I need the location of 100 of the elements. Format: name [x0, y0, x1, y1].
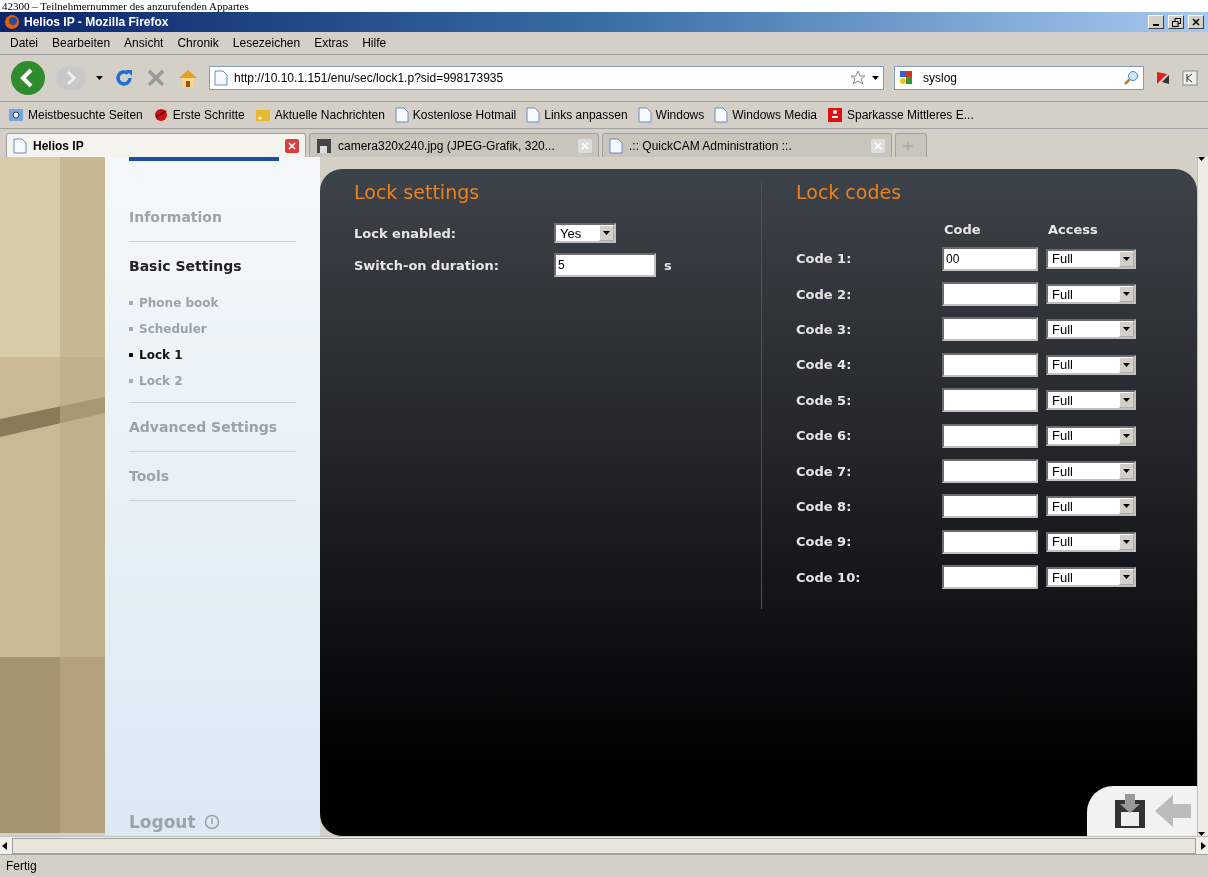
window-title: Helios IP - Mozilla Firefox [24, 15, 170, 29]
caret-icon [603, 231, 610, 235]
bookmark-link[interactable]: Links anpassen [526, 107, 628, 123]
bookmark-link[interactable]: Kostenlose Hotmail [394, 107, 517, 123]
code-field[interactable] [942, 459, 1038, 484]
code-field[interactable] [942, 565, 1038, 590]
input-field[interactable]: 5 [554, 253, 656, 277]
close-tab-icon[interactable] [285, 138, 299, 153]
minimize-button[interactable] [1148, 15, 1164, 29]
bookmark-link[interactable]: Windows Media [714, 107, 817, 123]
save-icon[interactable] [1113, 792, 1147, 830]
menu-item[interactable]: Lesezeichen [232, 36, 301, 50]
select-field[interactable]: Yes [554, 223, 616, 243]
code-field[interactable] [942, 529, 1038, 554]
code-label: Code 6: [796, 428, 853, 444]
column-header: Access [1048, 221, 1099, 237]
section-title: Lock codes [796, 181, 903, 203]
logo-icon [129, 157, 279, 163]
image-icon [316, 137, 332, 154]
scroll-left-icon[interactable] [0, 840, 10, 851]
menu-item[interactable]: Ansicht [124, 36, 164, 50]
unit-label: s [664, 257, 672, 273]
caret-icon [1198, 157, 1205, 161]
column-header: Code [944, 221, 982, 237]
code-label: Code 10: [796, 569, 862, 585]
access-select[interactable]: Full [1046, 354, 1136, 375]
search-icon[interactable] [1123, 70, 1139, 86]
browser-tab[interactable]: Helios IP [6, 133, 306, 157]
code-field[interactable] [942, 282, 1038, 307]
page-icon [714, 107, 729, 123]
caret-icon [96, 76, 103, 80]
search-folder-icon [8, 107, 24, 123]
page-icon [394, 107, 409, 123]
code-field[interactable] [942, 352, 1038, 377]
code-label: Code 1: [796, 251, 853, 267]
search-field[interactable]: syslog [894, 66, 1144, 90]
bookmark-link[interactable]: Meistbesuchte Seiten [8, 107, 143, 123]
access-select[interactable]: Full [1046, 319, 1136, 340]
browser-tab[interactable]: .:: QuickCAM Administration ::. [602, 133, 892, 157]
sidebar-subitem[interactable]: Lock 1 [129, 342, 296, 368]
access-select[interactable]: Full [1046, 248, 1136, 269]
code-field[interactable] [942, 494, 1038, 519]
close-button[interactable] [1188, 15, 1204, 29]
close-icon [1192, 18, 1200, 26]
page-icon [214, 70, 228, 86]
bookmark-link[interactable]: Windows [637, 107, 705, 123]
caret-icon [1123, 327, 1130, 332]
caret-icon [872, 76, 879, 80]
access-select[interactable]: Full [1046, 531, 1136, 552]
browser-logo-icon [4, 14, 20, 30]
star-icon[interactable] [850, 70, 866, 86]
code-field[interactable] [942, 317, 1038, 342]
extension-icon[interactable] [1182, 70, 1198, 86]
caret-icon [1123, 504, 1130, 509]
access-select[interactable]: Full [1046, 284, 1136, 305]
access-select[interactable]: Full [1046, 496, 1136, 517]
back-button-icon[interactable] [10, 60, 46, 96]
caret-icon [1123, 362, 1130, 367]
access-select[interactable]: Full [1046, 425, 1136, 446]
scroll-right-icon[interactable] [1198, 840, 1208, 851]
code-label: Code 8: [796, 498, 853, 514]
bookmark-link[interactable]: Aktuelle Nachrichten [254, 107, 385, 123]
restore-icon [1171, 17, 1181, 27]
status-bar: Fertig [0, 854, 1208, 877]
menu-item[interactable]: Hilfe [362, 36, 387, 50]
code-label: Code 3: [796, 321, 853, 337]
menu-item[interactable]: Extras [314, 36, 349, 50]
restore-button[interactable] [1168, 15, 1184, 29]
page-icon [637, 107, 652, 123]
browser-tab[interactable]: camera320x240.jpg (JPEG-Grafik, 320... [309, 133, 599, 157]
plus-icon [902, 139, 914, 152]
menu-item[interactable]: Datei [10, 36, 38, 50]
access-select[interactable]: Full [1046, 567, 1136, 588]
url-field[interactable]: http://10.10.1.151/enu/sec/lock1.p?sid=998173935 [209, 66, 884, 90]
menu-item[interactable]: Bearbeiten [52, 36, 111, 50]
code-field[interactable] [942, 388, 1038, 413]
bookmark-link[interactable]: Sparkasse Mittleres E... [827, 107, 974, 123]
page-icon [13, 137, 27, 154]
reload-icon[interactable] [113, 67, 135, 89]
bank-icon [827, 107, 843, 123]
caret-icon [1123, 292, 1130, 297]
caret-icon [1123, 539, 1130, 544]
menu-item[interactable]: Chronik [177, 36, 219, 50]
code-label: Code 4: [796, 357, 853, 373]
field-label: Lock enabled: [354, 225, 458, 241]
antivirus-icon[interactable] [1154, 69, 1172, 87]
home-icon[interactable] [177, 67, 199, 89]
page-icon [526, 107, 541, 123]
dragon-icon [152, 107, 169, 123]
access-select[interactable]: Full [1046, 461, 1136, 482]
code-label: Code 9: [796, 534, 853, 550]
caret-icon [1123, 256, 1130, 261]
code-field[interactable]: 00 [942, 246, 1038, 271]
caret-icon [1123, 469, 1130, 474]
sidebar-item[interactable]: Basic Settings [129, 242, 296, 290]
bookmark-link[interactable]: Erste Schritte [152, 107, 245, 123]
field-label: Switch-on duration: [354, 257, 500, 273]
code-field[interactable] [942, 423, 1038, 448]
caret-icon [1123, 575, 1130, 580]
access-select[interactable]: Full [1046, 390, 1136, 411]
